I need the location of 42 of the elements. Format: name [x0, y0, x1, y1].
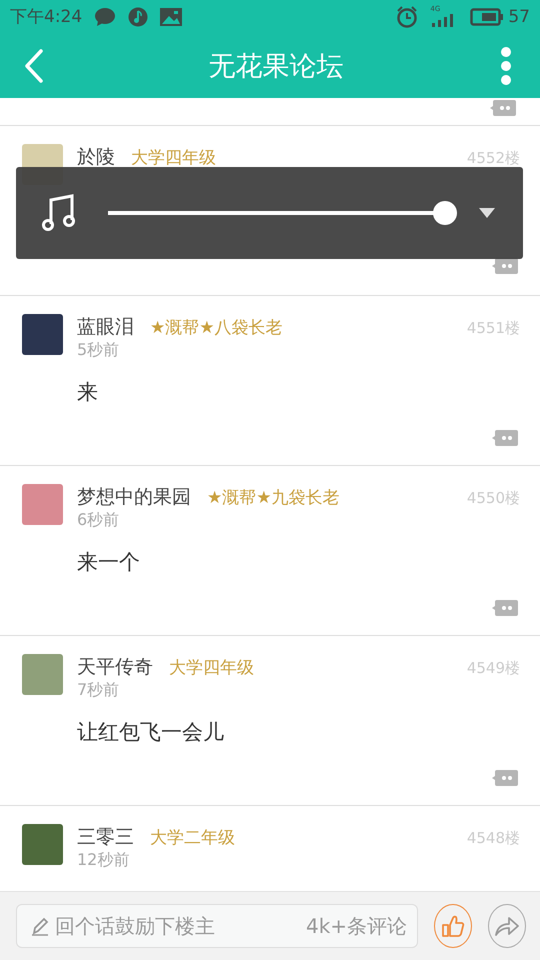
status-time: 下午4:24	[10, 6, 82, 28]
user-rank: ★溉帮★九袋长老	[207, 487, 340, 509]
reply-input-field[interactable]: 回个话鼓励下楼主	[53, 913, 306, 939]
post-content: 来一个	[77, 549, 140, 576]
user-rank: 大学四年级	[169, 657, 254, 679]
comment-count: 4k+条评论	[306, 912, 408, 940]
user-name: 於陵	[77, 145, 115, 170]
like-button[interactable]	[434, 904, 472, 948]
user-name: 蓝眼泪	[77, 315, 134, 340]
battery-icon	[470, 8, 504, 26]
comment-icon[interactable]	[492, 256, 519, 276]
user-rank: 大学四年级	[131, 147, 216, 169]
share-button[interactable]	[488, 904, 526, 948]
post-time: 5秒前	[77, 340, 120, 361]
post-time: 6秒前	[77, 510, 120, 531]
alarm-icon	[396, 6, 418, 28]
back-icon[interactable]	[22, 48, 46, 84]
user-name: 梦想中的果园	[77, 485, 191, 510]
user-rank: ★溉帮★八袋长老	[150, 317, 282, 339]
music-note-icon	[128, 6, 148, 26]
post-content: 让红包飞一会儿	[77, 719, 224, 746]
avatar-photo-placeholder	[22, 654, 63, 695]
chat-bubble-icon	[94, 6, 116, 26]
avatar-photo-placeholder	[22, 314, 63, 355]
music-note-icon	[42, 194, 76, 232]
avatar-photo-placeholder	[22, 824, 63, 865]
reply-field[interactable]: 回个话鼓励下楼主 4k+条评论	[16, 904, 418, 948]
user-name: 天平传奇	[77, 655, 153, 680]
pencil-icon	[31, 916, 49, 936]
post-time: 7秒前	[77, 680, 120, 701]
user-rank: 大学二年级	[150, 827, 235, 849]
more-icon[interactable]	[500, 46, 512, 86]
post-time: 12秒前	[77, 850, 130, 871]
image-icon	[160, 8, 182, 26]
battery-level: 57	[508, 6, 530, 26]
dropdown-triangle-icon[interactable]	[479, 207, 495, 219]
page-title: 无花果论坛	[208, 50, 344, 84]
avatar-photo-placeholder	[22, 484, 63, 525]
share-arrow-icon	[494, 915, 520, 937]
user-name: 三零三	[77, 825, 134, 850]
thumbs-up-icon	[441, 914, 466, 938]
post-content: 来	[77, 379, 98, 406]
